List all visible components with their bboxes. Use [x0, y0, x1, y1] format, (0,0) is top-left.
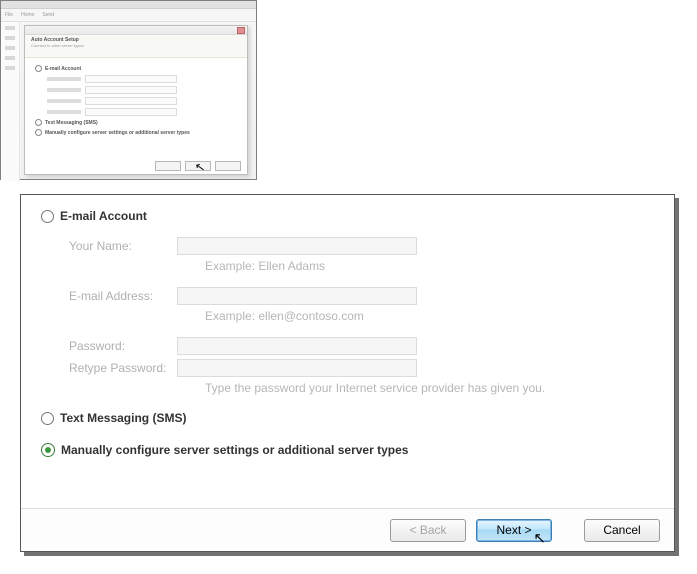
thumb-dialog-titlebar [25, 26, 247, 35]
thumb-add-account-dialog: Auto Account Setup Connect to other serv… [24, 25, 248, 175]
retype-password-label: Retype Password: [69, 361, 177, 375]
thumb-header-sub: Connect to other server types. [31, 43, 241, 48]
thumb-opt-manual: Manually configure server settings or ad… [35, 129, 237, 136]
thumb-outlook-titlebar [1, 1, 256, 9]
thumb-cancel-button [215, 161, 241, 171]
email-input [177, 287, 417, 305]
dialog-footer: < Back Next > Cancel ↖ [21, 508, 674, 551]
password-hint: Type the password your Internet service … [205, 381, 654, 395]
radio-manual-config[interactable] [41, 443, 55, 457]
option-sms[interactable]: Text Messaging (SMS) [41, 411, 654, 425]
retype-password-input [177, 359, 417, 377]
thumb-back-button [155, 161, 181, 171]
radio-email-account[interactable] [41, 210, 54, 223]
cancel-button[interactable]: Cancel [584, 519, 660, 542]
thumb-opt-sms: Text Messaging (SMS) [35, 119, 237, 126]
email-label: E-mail Address: [69, 289, 177, 303]
thumb-nav [1, 22, 20, 181]
label-sms: Text Messaging (SMS) [60, 411, 186, 425]
thumb-ribbon: FileHomeSend [1, 9, 256, 22]
context-thumbnail: FileHomeSend Auto Account Setup Connect … [0, 0, 257, 180]
label-email-account: E-mail Account [60, 209, 147, 223]
your-name-label: Your Name: [69, 239, 177, 253]
option-email-account[interactable]: E-mail Account [41, 209, 654, 223]
thumb-dialog-header: Auto Account Setup Connect to other serv… [25, 35, 247, 58]
email-fields-group: Your Name: Example: Ellen Adams E-mail A… [69, 237, 654, 395]
add-account-dialog: E-mail Account Your Name: Example: Ellen… [20, 194, 675, 552]
your-name-hint: Example: Ellen Adams [205, 259, 654, 273]
back-button: < Back [390, 519, 466, 542]
thumb-opt-email: E-mail Account [35, 65, 237, 72]
email-hint: Example: ellen@contoso.com [205, 309, 654, 323]
password-input [177, 337, 417, 355]
radio-sms[interactable] [41, 412, 54, 425]
label-manual-config: Manually configure server settings or ad… [61, 443, 408, 457]
thumb-cursor-icon: ↖ [194, 159, 206, 175]
your-name-input [177, 237, 417, 255]
option-manual-config[interactable]: Manually configure server settings or ad… [41, 443, 654, 457]
password-label: Password: [69, 339, 177, 353]
next-button[interactable]: Next > [476, 519, 552, 542]
